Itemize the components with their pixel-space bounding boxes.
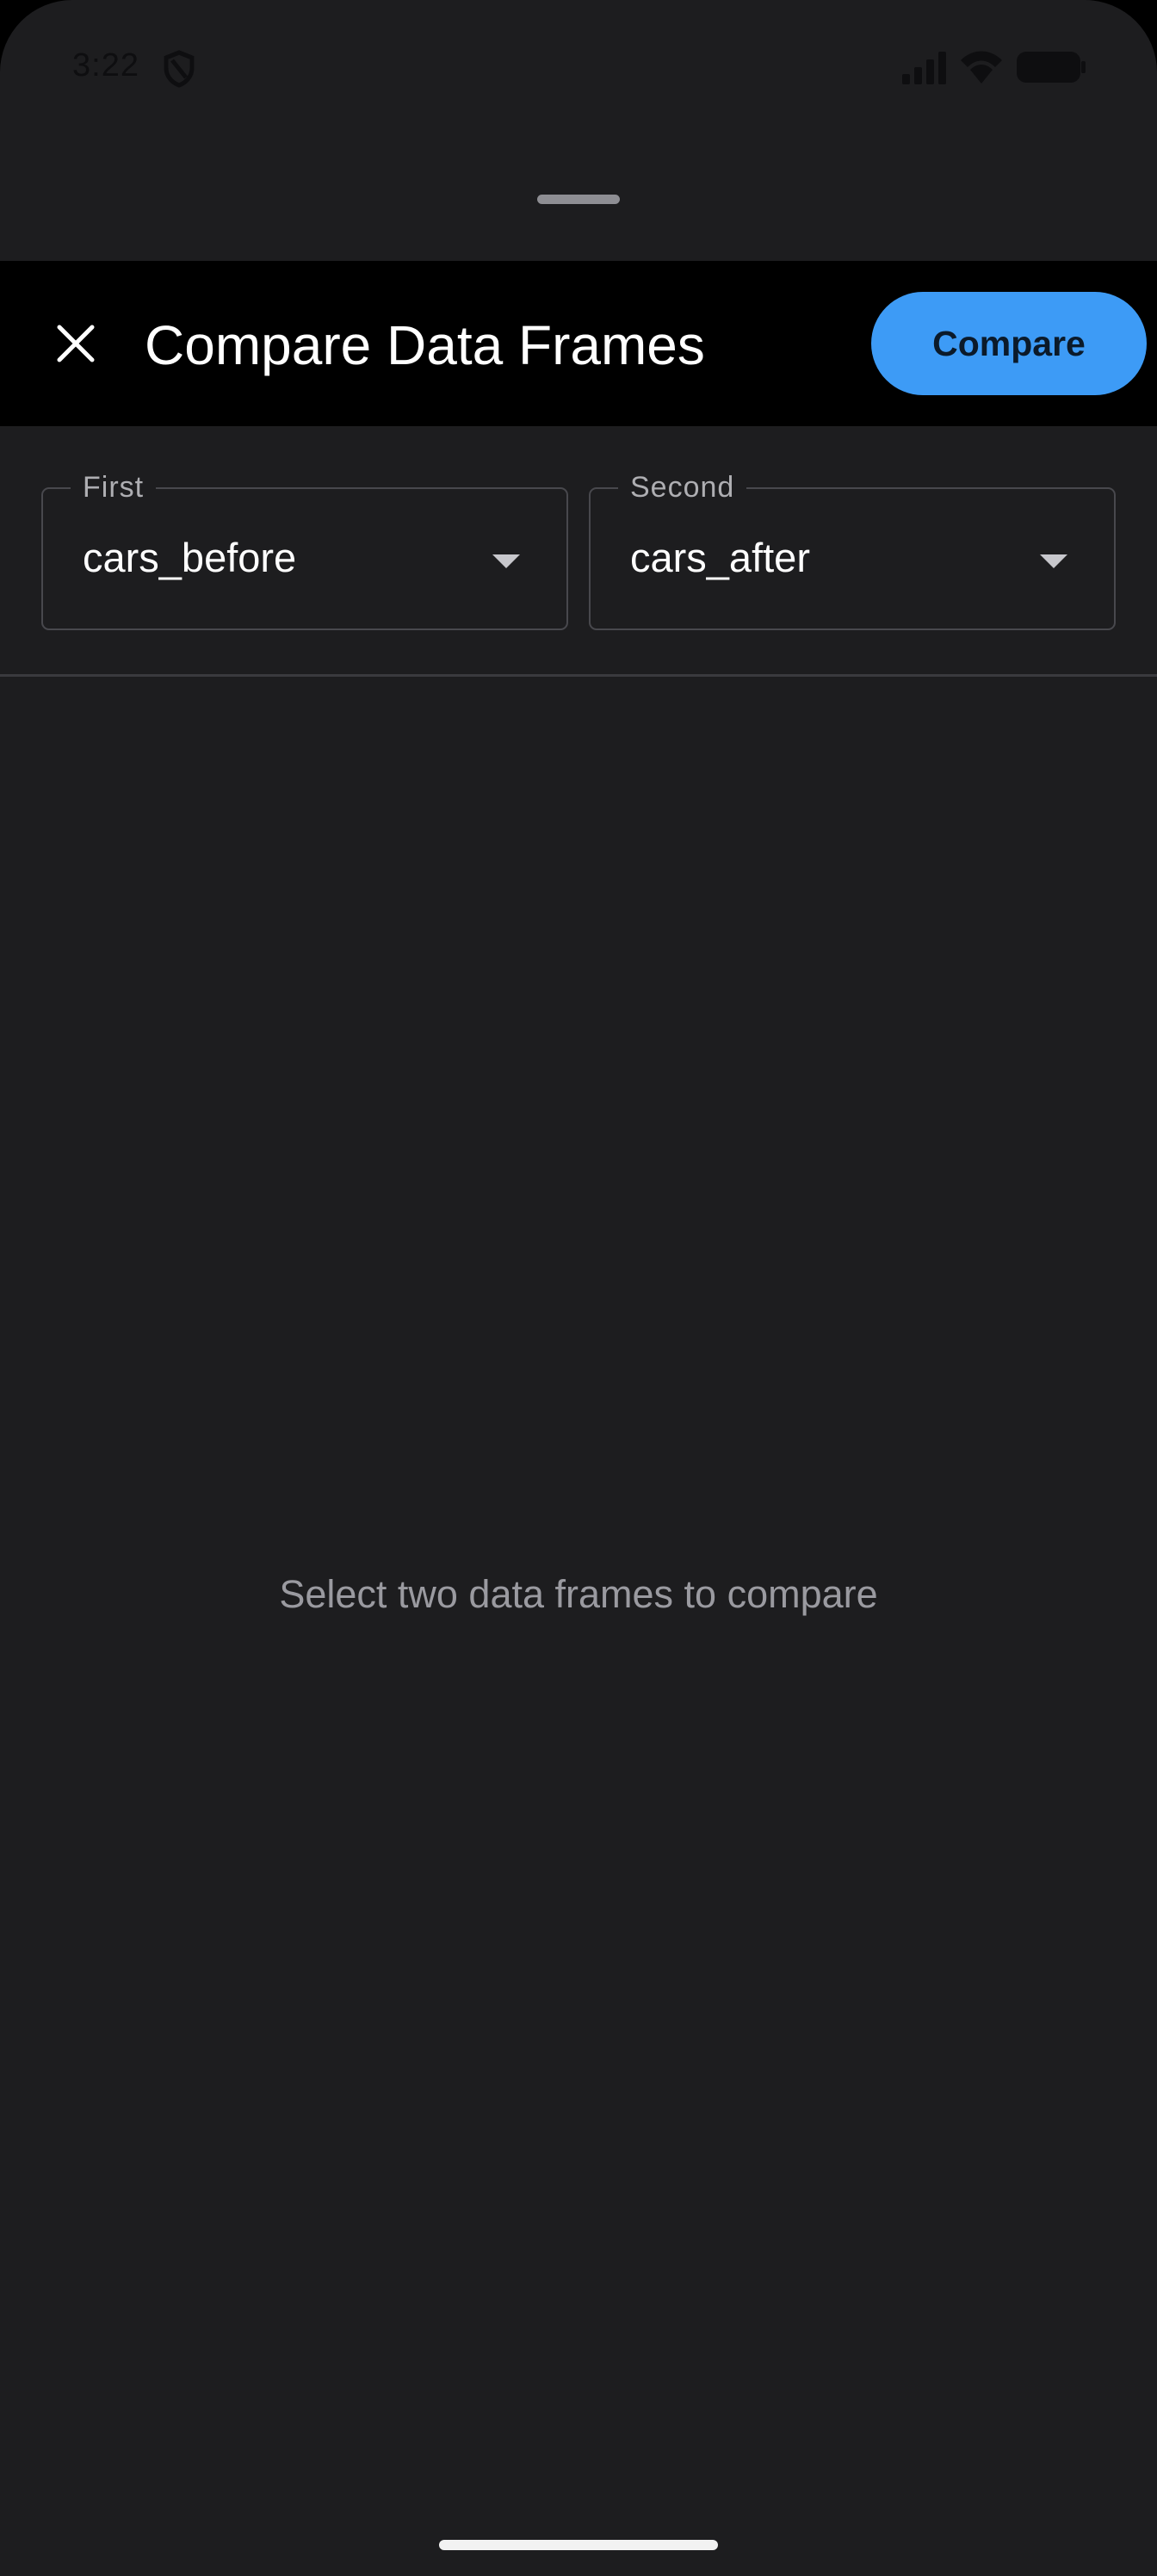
first-frame-select[interactable]: First cars_before [41,470,568,630]
divider [0,674,1157,677]
close-button[interactable] [38,306,114,381]
second-frame-select[interactable]: Second cars_after [589,470,1116,630]
battery-icon [1017,52,1086,83]
status-bar: 3:22 [0,0,1157,138]
page-title: Compare Data Frames [145,314,705,376]
compare-sheet-screen: 3:22 Compare Data Frames Compare First c… [0,0,1157,2576]
second-frame-value: cars_after [630,535,810,580]
status-icons [900,48,1086,86]
wifi-icon [961,51,1002,84]
compare-button[interactable]: Compare [871,292,1147,395]
dropdown-arrow-icon [492,554,520,568]
first-frame-value: cars_before [83,535,297,580]
shield-icon [164,50,195,88]
empty-state-message: Select two data frames to compare [279,1572,878,1616]
app-bar: Compare Data Frames Compare [0,261,1157,426]
dropdown-arrow-icon [1040,554,1067,568]
signal-icon [902,52,946,84]
home-indicator[interactable] [439,2540,718,2550]
second-frame-label: Second [618,470,747,505]
status-time: 3:22 [72,47,139,84]
first-frame-label: First [71,470,157,505]
drag-handle[interactable] [537,195,620,204]
close-icon [57,325,95,362]
